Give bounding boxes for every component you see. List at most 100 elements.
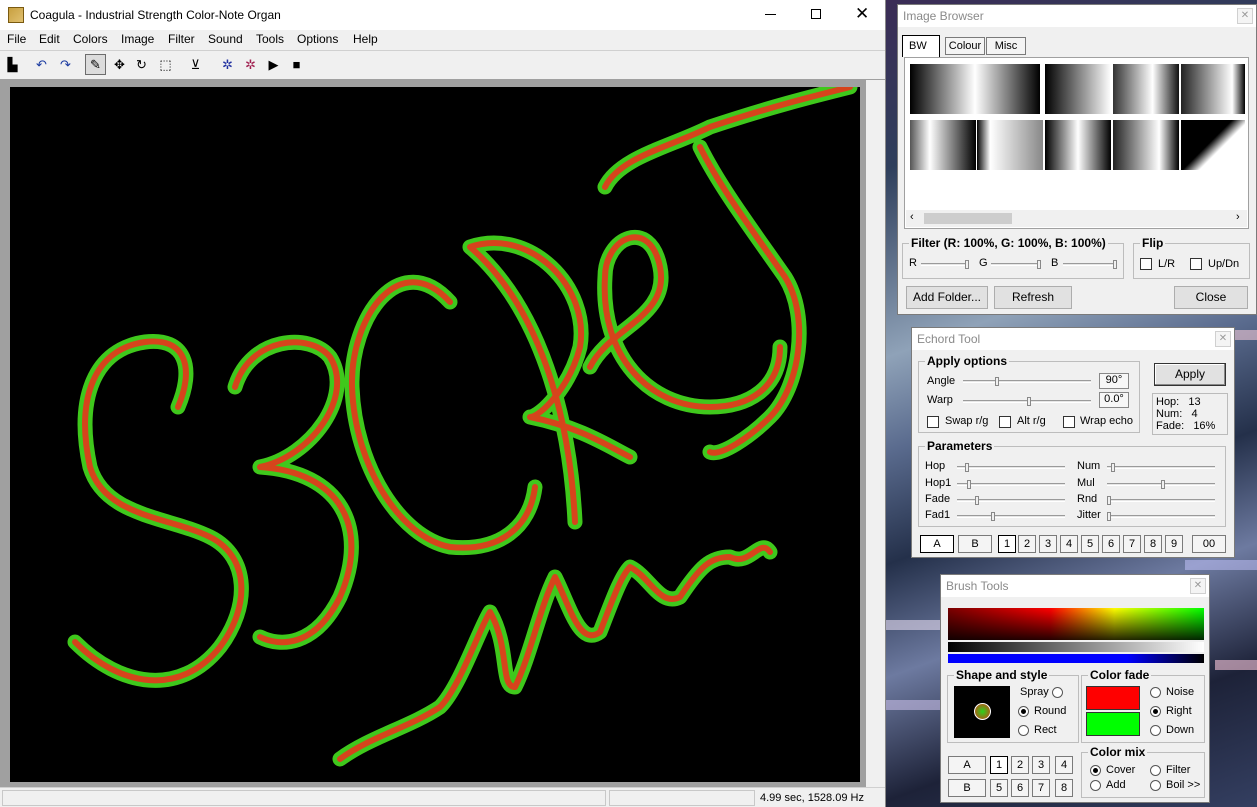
image-browser-close-icon[interactable]: ✕ — [1237, 8, 1253, 24]
minimize-icon[interactable] — [765, 14, 776, 15]
right-radio[interactable] — [1150, 706, 1161, 717]
brush-preset-2[interactable]: 2 — [1011, 756, 1029, 774]
round-radio[interactable] — [1018, 706, 1029, 717]
refresh-button[interactable]: Refresh — [994, 286, 1072, 309]
brush-preset-6[interactable]: 6 — [1011, 779, 1029, 797]
brush-preset-4[interactable]: 4 — [1055, 756, 1073, 774]
noise-radio[interactable] — [1150, 687, 1161, 698]
close-icon[interactable]: ✕ — [855, 4, 869, 24]
mul-slider[interactable] — [1107, 480, 1215, 489]
angle-slider[interactable] — [963, 377, 1091, 386]
brush-preset-b[interactable]: B — [948, 779, 986, 797]
hop1-slider[interactable] — [957, 480, 1065, 489]
brightness-bar[interactable] — [948, 642, 1204, 652]
angle-value[interactable]: 90° — [1099, 373, 1129, 389]
brush-tools-close-icon[interactable]: ✕ — [1190, 578, 1206, 594]
spray-radio[interactable] — [1052, 687, 1063, 698]
fade-color-end[interactable] — [1086, 712, 1140, 736]
echord-preset-8[interactable]: 8 — [1144, 535, 1162, 553]
filter-icon[interactable]: ⊻ — [185, 54, 206, 75]
echord-preset-4[interactable]: 4 — [1060, 535, 1078, 553]
thumb-7[interactable] — [1045, 120, 1111, 170]
echord-preset-1[interactable]: 1 — [998, 535, 1016, 553]
scroll-right-icon[interactable]: › — [1236, 211, 1240, 223]
tab-colour[interactable]: Colour — [945, 37, 985, 55]
brush-icon[interactable]: ✎ — [85, 54, 106, 75]
undo-icon[interactable]: ↶ — [31, 54, 52, 75]
echord-preset-3[interactable]: 3 — [1039, 535, 1057, 553]
add-radio[interactable] — [1090, 780, 1101, 791]
echord-preset-b[interactable]: B — [958, 535, 992, 553]
rotate-icon[interactable]: ↻ — [131, 54, 152, 75]
thumbnail-hscrollbar[interactable]: ‹ › — [906, 210, 1247, 227]
boil-radio[interactable] — [1150, 780, 1161, 791]
image-browser-close-button[interactable]: Close — [1174, 286, 1248, 309]
thumb-6[interactable] — [977, 120, 1043, 170]
stop-icon[interactable]: ■ — [286, 54, 307, 75]
menu-options[interactable]: Options — [297, 32, 338, 46]
wrap-echo-checkbox[interactable] — [1063, 416, 1075, 428]
scroll-thumb[interactable] — [924, 213, 1012, 224]
blue-bar[interactable] — [948, 654, 1204, 663]
drawing-canvas[interactable]: S3CRET — [10, 79, 860, 782]
down-radio[interactable] — [1150, 725, 1161, 736]
brush-preset-3[interactable]: 3 — [1032, 756, 1050, 774]
thumb-5[interactable] — [910, 120, 976, 170]
swap-rg-checkbox[interactable] — [927, 416, 939, 428]
maximize-icon[interactable] — [811, 9, 821, 19]
render-gear-alt-icon[interactable]: ✲ — [240, 54, 261, 75]
cover-radio[interactable] — [1090, 765, 1101, 776]
move-icon[interactable]: ✥ — [109, 54, 130, 75]
alt-rg-checkbox[interactable] — [999, 416, 1011, 428]
brush-preset-1[interactable]: 1 — [990, 756, 1008, 774]
render-gear-icon[interactable]: ✲ — [217, 54, 238, 75]
thumb-2[interactable] — [1045, 64, 1111, 114]
hop-slider[interactable] — [957, 463, 1065, 472]
thumb-1[interactable] — [910, 64, 1040, 114]
menu-tools[interactable]: Tools — [256, 32, 284, 46]
menu-sound[interactable]: Sound — [208, 32, 243, 46]
rnd-slider[interactable] — [1107, 496, 1215, 505]
brush-preset-8[interactable]: 8 — [1055, 779, 1073, 797]
echord-preset-9[interactable]: 9 — [1165, 535, 1183, 553]
menu-image[interactable]: Image — [121, 32, 154, 46]
echord-preset-6[interactable]: 6 — [1102, 535, 1120, 553]
fade-color-start[interactable] — [1086, 686, 1140, 710]
menu-file[interactable]: File — [7, 32, 26, 46]
brush-preset-5[interactable]: 5 — [990, 779, 1008, 797]
tab-bw[interactable]: BW — [902, 35, 940, 57]
menu-colors[interactable]: Colors — [73, 32, 108, 46]
thumb-8[interactable] — [1113, 120, 1179, 170]
select-icon[interactable]: ⬚ — [155, 54, 176, 75]
thumb-4[interactable] — [1181, 64, 1245, 114]
num-slider[interactable] — [1107, 463, 1215, 472]
filter-g-slider[interactable] — [991, 260, 1041, 269]
warp-slider[interactable] — [963, 397, 1091, 406]
filter-b-slider[interactable] — [1063, 260, 1117, 269]
jitter-slider[interactable] — [1107, 512, 1215, 521]
play-icon[interactable]: ▶ — [263, 54, 284, 75]
brush-preset-a[interactable]: A — [948, 756, 986, 774]
thumb-9[interactable] — [1181, 120, 1245, 170]
echord-preset-7[interactable]: 7 — [1123, 535, 1141, 553]
flip-lr-checkbox[interactable] — [1140, 258, 1152, 270]
echord-preset-00[interactable]: 00 — [1192, 535, 1226, 553]
warp-value[interactable]: 0.0° — [1099, 392, 1129, 408]
scroll-left-icon[interactable]: ‹ — [910, 211, 914, 223]
echord-close-icon[interactable]: ✕ — [1215, 331, 1231, 347]
tab-misc[interactable]: Misc — [986, 37, 1026, 55]
rect-radio[interactable] — [1018, 725, 1029, 736]
menu-help[interactable]: Help — [353, 32, 378, 46]
brush-preset-7[interactable]: 7 — [1032, 779, 1050, 797]
open-icon[interactable]: ▙ — [2, 54, 23, 75]
apply-button[interactable]: Apply — [1154, 363, 1226, 386]
fade-slider[interactable] — [957, 496, 1065, 505]
fad1-slider[interactable] — [957, 512, 1065, 521]
menu-edit[interactable]: Edit — [39, 32, 60, 46]
menu-filter[interactable]: Filter — [168, 32, 195, 46]
color-picker[interactable] — [948, 608, 1204, 640]
echord-preset-2[interactable]: 2 — [1018, 535, 1036, 553]
echord-preset-5[interactable]: 5 — [1081, 535, 1099, 553]
thumb-3[interactable] — [1113, 64, 1179, 114]
add-folder-button[interactable]: Add Folder... — [906, 286, 988, 309]
